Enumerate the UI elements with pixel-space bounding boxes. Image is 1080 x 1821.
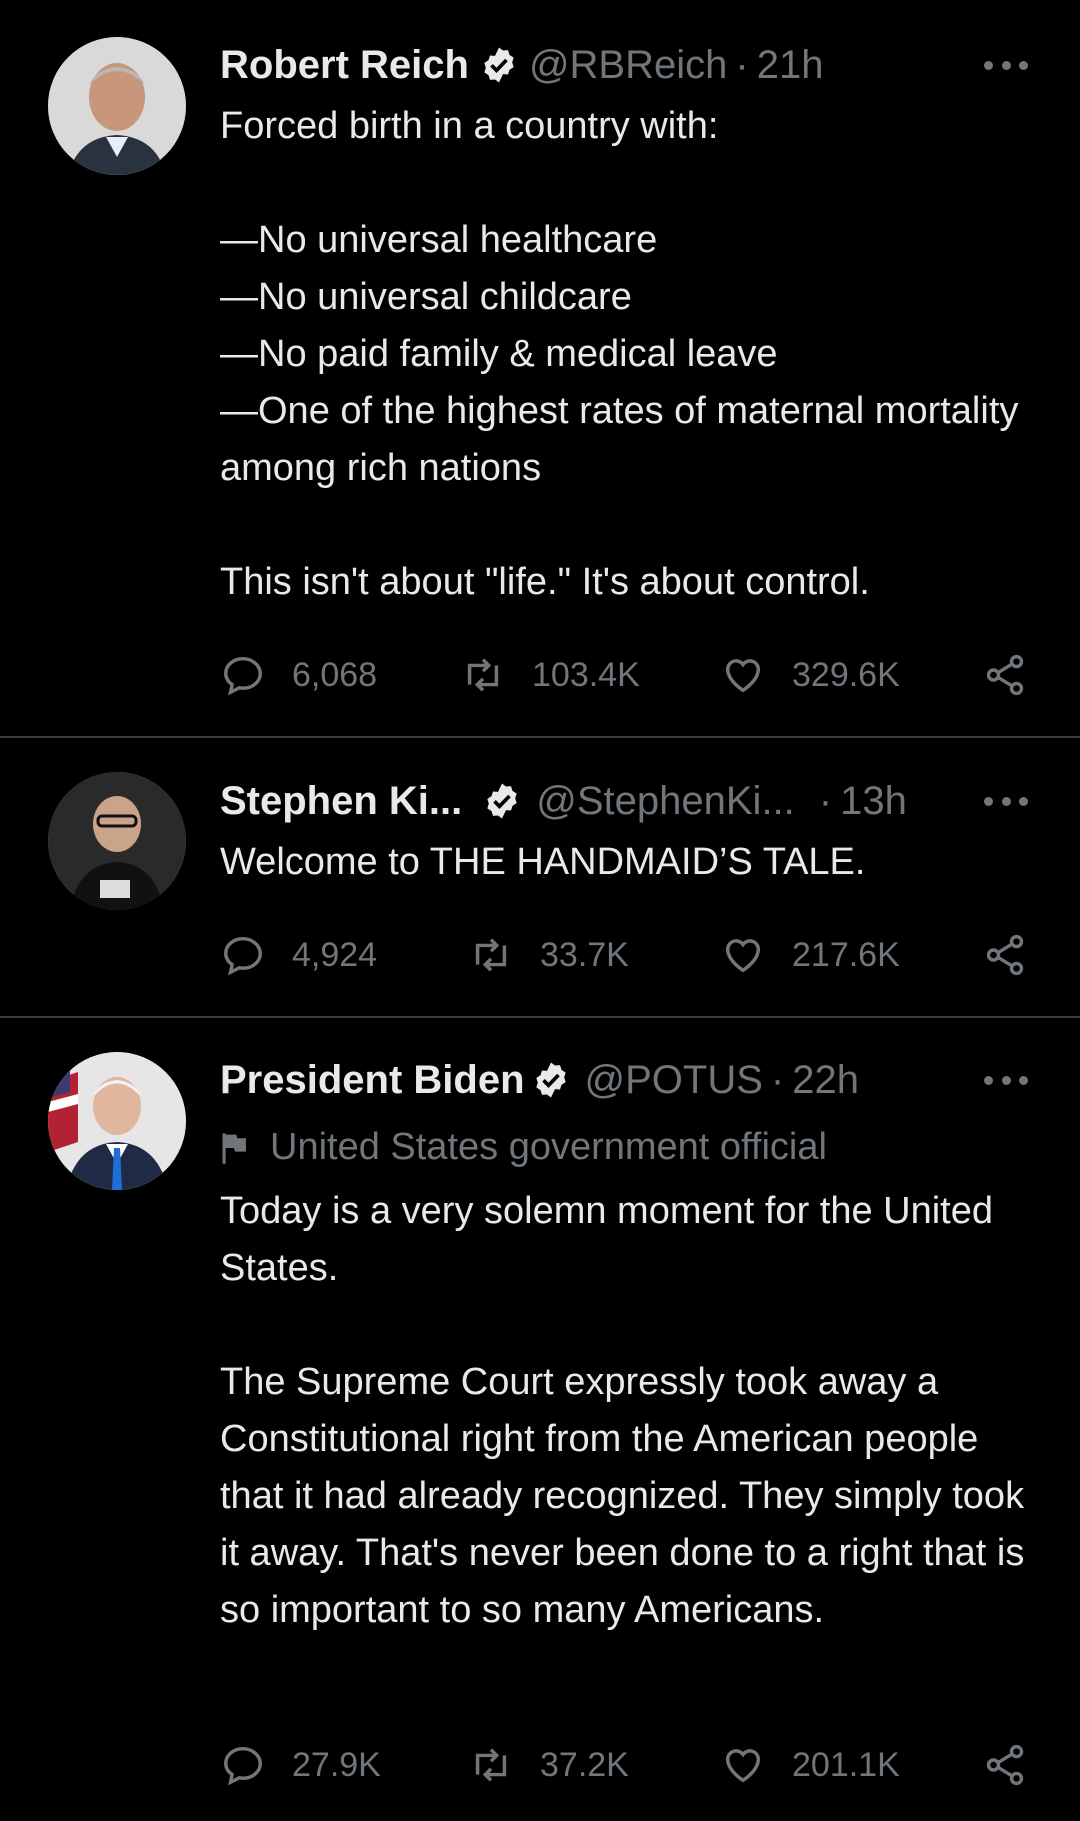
tweet-actions-row: 27.9K 37.2K 201.1K: [220, 1740, 1040, 1790]
author-handle[interactable]: @RBReich: [529, 43, 727, 88]
retweet-count: 103.4K: [532, 655, 640, 694]
author-name[interactable]: President Biden: [220, 1058, 525, 1103]
reply-icon: [224, 656, 262, 696]
author-name[interactable]: Robert Reich: [220, 43, 469, 88]
reply-button[interactable]: 27.9K: [220, 1742, 381, 1788]
tweet-header: Robert Reich @RBReich · 21h: [220, 35, 823, 95]
timestamp[interactable]: 21h: [757, 43, 824, 88]
tweet-robert-reich[interactable]: Robert Reich @RBReich · 21h Forced birth…: [0, 0, 1080, 738]
reply-count: 4,924: [292, 935, 378, 974]
retweet-icon: [475, 1748, 507, 1782]
retweet-button[interactable]: 37.2K: [468, 1742, 629, 1788]
more-icon[interactable]: [984, 791, 1028, 811]
tweet-header: President Biden @POTUS · 22h: [220, 1050, 859, 1110]
share-icon: [986, 934, 1024, 976]
government-label-text: United States government official: [270, 1126, 827, 1168]
separator-dot: ·: [818, 778, 833, 823]
like-count: 217.6K: [792, 935, 900, 974]
retweet-button[interactable]: 103.4K: [460, 652, 640, 698]
retweet-icon: [467, 658, 499, 692]
tweet-actions: [220, 1491, 1040, 1541]
tweet-actions: 6,068 103.4K 329.6K: [220, 650, 1040, 700]
reply-button[interactable]: 6,068: [220, 652, 377, 698]
more-icon[interactable]: [984, 55, 1028, 75]
tweet-president-biden[interactable]: President Biden @POTUS · 22h United Stat…: [0, 1018, 1080, 1821]
like-button[interactable]: 201.1K: [720, 1742, 900, 1788]
tweet-text: Welcome to THE HANDMAID’S TALE.: [220, 841, 866, 883]
author-handle[interactable]: @StephenKi...: [536, 779, 795, 824]
share-button[interactable]: [982, 652, 1054, 698]
like-count: 329.6K: [792, 655, 900, 694]
government-flag-icon: [222, 1132, 246, 1164]
author-handle[interactable]: @POTUS: [585, 1058, 763, 1103]
like-icon: [725, 1749, 761, 1783]
timestamp[interactable]: 22h: [792, 1058, 859, 1103]
tweet-header: Stephen Ki... @StephenKi... · 13h: [220, 771, 907, 831]
tweet-actions: 4,924 33.7K 217.6K: [220, 930, 1040, 980]
reply-button[interactable]: 4,924: [220, 932, 377, 978]
verified-badge-icon: [484, 47, 514, 83]
share-icon: [986, 1744, 1024, 1786]
like-button[interactable]: 329.6K: [720, 652, 900, 698]
retweet-count: 37.2K: [540, 1745, 629, 1784]
like-icon: [725, 659, 761, 693]
share-button[interactable]: [982, 932, 1054, 978]
share-button[interactable]: [982, 1742, 1054, 1788]
like-icon: [725, 939, 761, 973]
verified-badge-icon: [535, 1062, 566, 1098]
like-count: 201.1K: [792, 1745, 900, 1784]
author-name[interactable]: Stephen Ki...: [220, 779, 462, 824]
government-label: United States government official: [220, 1126, 827, 1169]
reply-icon: [224, 936, 262, 976]
tweet-text: Forced birth in a country with: —No univ…: [220, 105, 1019, 603]
avatar[interactable]: [48, 1052, 186, 1190]
tweet-stephen-king[interactable]: Stephen Ki... @StephenKi... · 13h Welcom…: [0, 738, 1080, 1018]
avatar[interactable]: [48, 772, 186, 910]
avatar[interactable]: [48, 37, 186, 175]
like-button[interactable]: 217.6K: [720, 932, 900, 978]
timestamp[interactable]: 13h: [840, 779, 907, 824]
reply-count: 6,068: [292, 655, 378, 694]
verified-badge-icon: [487, 783, 517, 819]
retweet-icon: [475, 938, 507, 972]
tweet-text: Today is a very solemn moment for the Un…: [220, 1190, 1025, 1631]
reply-icon: [224, 1746, 262, 1786]
more-icon[interactable]: [984, 1070, 1028, 1090]
share-icon: [986, 654, 1024, 696]
retweet-button[interactable]: 33.7K: [468, 932, 629, 978]
reply-count: 27.9K: [292, 1745, 381, 1784]
separator-dot: ·: [770, 1057, 785, 1102]
retweet-count: 33.7K: [540, 935, 629, 974]
separator-dot: ·: [735, 42, 749, 87]
